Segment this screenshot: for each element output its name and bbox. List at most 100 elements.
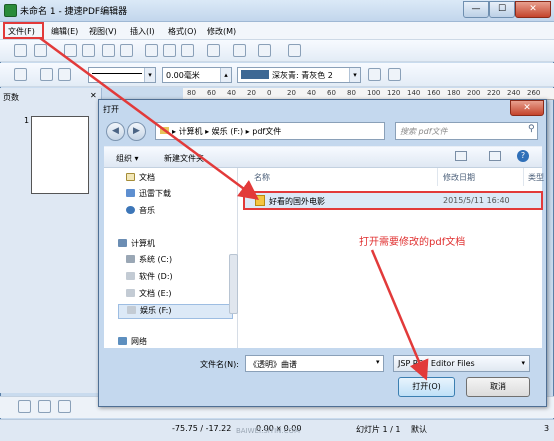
export-icon[interactable] (82, 44, 95, 57)
minimize-button[interactable]: — (463, 1, 489, 18)
address-bar[interactable]: ▸ 计算机 ▸ 娱乐 (F:) ▸ pdf文件 (155, 122, 385, 140)
window-title: 未命名 1 - 捷速PDF编辑器 (20, 7, 128, 17)
help-icon[interactable]: ? (517, 150, 529, 162)
ruler-tick: 40 (307, 89, 316, 97)
preview-pane-icon[interactable] (489, 151, 501, 161)
select-icon[interactable] (14, 68, 27, 81)
nav-label: 网络 (131, 337, 147, 346)
nav-item-computer[interactable]: 计算机 (118, 238, 155, 253)
maximize-button[interactable]: ☐ (489, 1, 515, 18)
download-icon (126, 189, 135, 197)
ruler-tick: 60 (207, 89, 216, 97)
dialog-close-button[interactable]: ✕ (510, 100, 544, 116)
cancel-button[interactable]: 取消 (466, 377, 530, 397)
ruler-tick: 260 (527, 89, 541, 97)
navigation-pane: 文档 迅雷下载 音乐 计算机 系统 (C:) 软件 (D:) 文档 (E:) 娱… (104, 168, 238, 348)
folder-icon (160, 127, 169, 134)
menu-insert[interactable]: 插入(I) (130, 26, 155, 37)
column-divider[interactable] (523, 168, 524, 186)
nav-item-drive-c[interactable]: 系统 (C:) (126, 254, 172, 269)
menu-view[interactable]: 视图(V) (89, 26, 117, 37)
page-thumbnail[interactable] (31, 116, 89, 194)
column-modified[interactable]: 修改日期 (443, 172, 475, 183)
nav-label: 软件 (D:) (139, 272, 173, 281)
new-folder-button[interactable]: 新建文件夹 (164, 153, 204, 164)
pane-close-icon[interactable]: ✕ (90, 91, 97, 100)
computer-icon (118, 239, 127, 247)
ruler-tick: 40 (227, 89, 236, 97)
copy-icon[interactable] (163, 44, 176, 57)
menu-edit[interactable]: 编辑(E) (51, 26, 78, 37)
filetype-value: JSP PDF Editor Files (398, 359, 475, 368)
zoom-icon[interactable] (288, 44, 301, 57)
forward-button[interactable]: ▶ (127, 122, 146, 141)
page-number: 1 (24, 116, 30, 125)
nav-scrollbar[interactable] (229, 254, 238, 314)
breadcrumb-computer[interactable]: 计算机 (179, 127, 203, 136)
chevron-down-icon[interactable]: ▾ (376, 358, 380, 366)
nav-item-downloads[interactable]: 迅雷下载 (126, 188, 171, 203)
open-button[interactable]: 打开(O) (398, 377, 455, 397)
save-icon[interactable] (64, 44, 77, 57)
open-folder-icon[interactable] (34, 44, 47, 57)
view-options-icon[interactable] (455, 151, 467, 161)
drive-icon (126, 272, 135, 280)
paste-icon[interactable] (181, 44, 194, 57)
column-divider[interactable] (437, 168, 438, 186)
line-width-input[interactable]: 0.00毫米 ▴ (162, 67, 232, 83)
back-button[interactable]: ◀ (106, 122, 125, 141)
breadcrumb-drive[interactable]: 娱乐 (F:) (212, 127, 243, 136)
nav-label: 娱乐 (F:) (140, 306, 172, 315)
breadcrumb-folder[interactable]: pdf文件 (252, 127, 281, 136)
ruler-tick: 120 (387, 89, 401, 97)
nav-item-documents[interactable]: 文档 (126, 172, 155, 187)
line-style-select[interactable]: ▾ (88, 67, 156, 83)
watermark: BAIWEI.SIYIN.COM (236, 427, 301, 435)
shadow-icon[interactable] (388, 68, 401, 81)
ruler-tick: 140 (407, 89, 421, 97)
menu-modify[interactable]: 修改(M) (207, 26, 236, 37)
chevron-down-icon: ▾ (521, 359, 525, 367)
nav-item-network[interactable]: 网络 (118, 336, 147, 348)
ruler-tick: 80 (187, 89, 196, 97)
column-type[interactable]: 类型 (528, 172, 544, 183)
pdf-icon[interactable] (102, 44, 115, 57)
highlight-icon[interactable] (40, 68, 53, 81)
nav-item-drive-e[interactable]: 文档 (E:) (126, 288, 172, 303)
line-tool-icon[interactable] (38, 400, 51, 413)
forward-arrow-icon: ▶ (133, 126, 140, 136)
search-icon[interactable]: ⚲ (528, 124, 535, 134)
arrow-style-icon[interactable] (58, 68, 71, 81)
print-icon[interactable] (120, 44, 133, 57)
new-document-icon[interactable] (14, 44, 27, 57)
ruler-tick: 20 (287, 89, 296, 97)
filetype-select[interactable]: JSP PDF Editor Files ▾ (393, 355, 530, 372)
close-button[interactable]: ✕ (515, 1, 551, 18)
cut-icon[interactable] (145, 44, 158, 57)
pointer-icon[interactable] (18, 400, 31, 413)
nav-label: 迅雷下载 (139, 189, 171, 198)
nav-item-music[interactable]: 音乐 (126, 205, 155, 220)
nav-label: 音乐 (139, 206, 155, 215)
filename-input[interactable]: 《透明》曲谱 (245, 355, 384, 372)
network-icon (118, 337, 127, 345)
drive-icon (126, 289, 135, 297)
format-brush-icon[interactable] (207, 44, 220, 57)
column-name[interactable]: 名称 (254, 172, 270, 183)
arrow-tool-icon[interactable] (58, 400, 71, 413)
fill-icon[interactable] (368, 68, 381, 81)
file-name: 好看的国外电影 (269, 197, 325, 206)
line-color-select[interactable]: 深灰青: 青灰色 2 ▾ (237, 67, 361, 83)
drive-icon (126, 255, 135, 263)
ruler-tick: 180 (447, 89, 461, 97)
redo-icon[interactable] (258, 44, 271, 57)
ruler-tick: 60 (327, 89, 336, 97)
document-icon (126, 173, 135, 181)
nav-item-drive-f[interactable]: 娱乐 (F:) (118, 304, 233, 319)
menu-format[interactable]: 格式(O) (168, 26, 197, 37)
undo-icon[interactable] (233, 44, 246, 57)
nav-item-drive-d[interactable]: 软件 (D:) (126, 271, 173, 286)
organize-button[interactable]: 组织 ▾ (116, 153, 139, 164)
search-input[interactable]: 搜索 pdf文件 (395, 122, 538, 140)
chevron-down-icon: ▾ (144, 68, 155, 82)
